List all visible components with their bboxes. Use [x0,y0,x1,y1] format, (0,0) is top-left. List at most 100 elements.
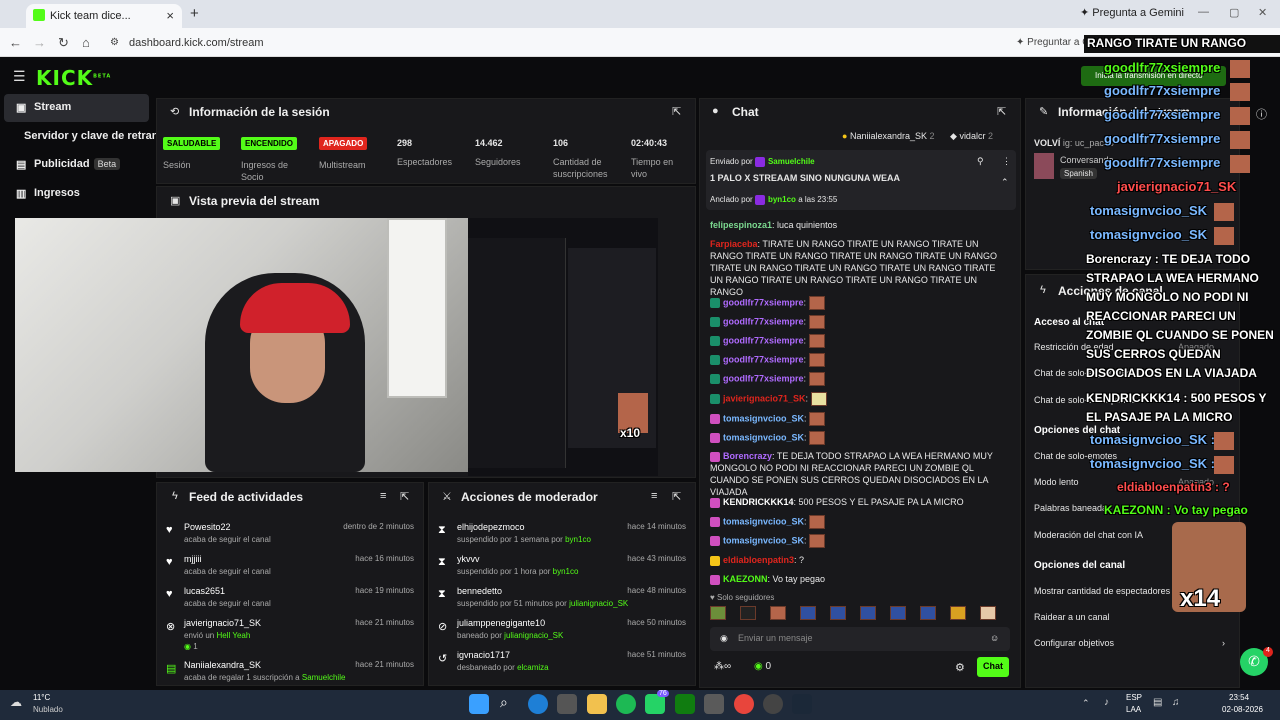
chat-user[interactable]: tomasignvcioo_SK [723,413,804,423]
emote-icon[interactable] [800,606,816,620]
mod-item[interactable]: ↺ igvnacio1717 desbaneado por elcamiza hace… [432,646,692,678]
menu-icon[interactable]: ☰ [13,68,26,85]
chat-message[interactable]: goodlfr77xsiempre: [710,353,1010,367]
site-info-icon[interactable]: ⚙ [110,37,119,48]
forward-icon[interactable]: → [33,35,46,50]
action-item[interactable]: Modo lento [1034,477,1079,487]
close-window-icon[interactable]: ✕ [1258,6,1267,19]
action-item[interactable]: Configurar objetivos [1034,638,1114,648]
emote-icon[interactable] [740,606,756,620]
sidebar-item-income[interactable]: ▥ Ingresos [4,180,149,208]
emote-icon[interactable] [980,606,996,620]
mod-item[interactable]: ⊘ juliamppenegigante10 baneado por juliani… [432,614,692,646]
chat-message[interactable]: goodlfr77xsiempre: [710,334,1010,348]
feed-item[interactable]: ⊗ javierignacio71_SK envió un Hell Yeah ◉ 1… [157,614,422,654]
popout-icon[interactable]: ⇱ [400,490,409,503]
feed-item[interactable]: ♥ lucas2651 acaba de seguir el canal hace 1… [157,582,422,614]
chat-user[interactable]: goodlfr77xsiempre [723,316,804,326]
action-item[interactable]: Moderación del chat con IA [1034,530,1143,540]
volume-icon[interactable]: ♫ [1172,697,1180,708]
emote-icon[interactable] [770,606,786,620]
emote-icon[interactable] [860,606,876,620]
chevron-right-icon[interactable]: › [1222,638,1225,648]
popout-icon[interactable]: ⇱ [672,105,681,118]
kick-logo[interactable]: KICKBETA [36,66,110,90]
reload-icon[interactable]: ↻ [58,35,69,51]
clock-date[interactable]: 02-08-2026 [1222,705,1263,714]
maximize-icon[interactable]: ▢ [1229,6,1239,19]
edge-icon[interactable] [528,694,548,714]
start-icon[interactable] [469,694,489,714]
chat-message[interactable]: goodlfr77xsiempre: [710,296,1010,310]
emote-icon[interactable] [710,606,726,620]
chat-message[interactable]: Borencrazy: TE DEJA TODO STRAPAO LA WEA … [710,450,1010,498]
sidebar-item-stream[interactable]: ▣ Stream [4,94,149,122]
chat-message[interactable]: felipespinoza1: luca quinientos [710,219,1010,231]
chrome-icon[interactable] [734,694,754,714]
more-icon[interactable]: ⋮ [1002,156,1011,167]
chat-user[interactable]: goodlfr77xsiempre [723,297,804,307]
send-chat-button[interactable]: Chat [977,657,1009,677]
home-icon[interactable]: ⌂ [82,35,90,50]
pin-icon[interactable]: ⚲ [977,156,984,167]
emote-icon[interactable] [890,606,906,620]
filter-icon[interactable]: ≡ [380,490,386,502]
tray-chevron-icon[interactable]: ⌃ [1082,698,1090,709]
smiley-icon[interactable]: ☺ [990,633,999,643]
chat-user[interactable]: tomasignvcioo_SK [723,535,804,545]
chat-user[interactable]: eldiabloenpatin3 [723,555,794,565]
url-field[interactable]: dashboard.kick.com/stream [129,37,264,49]
close-tab-icon[interactable]: × [166,8,174,23]
chevron-up-icon[interactable]: ⌃ [1001,177,1009,188]
chat-message[interactable]: goodlfr77xsiempre: [710,315,1010,329]
gemini-button[interactable]: ✦ Pregunta a Gemini [1080,6,1184,19]
search-icon[interactable]: ⌕ [500,694,508,711]
action-item[interactable]: Mostrar cantidad de espectadores [1034,586,1170,596]
chat-user[interactable]: javierignacio71_SK [723,393,806,403]
popout-icon[interactable]: ⇱ [997,105,1006,118]
feed-item[interactable]: ▤ Naniialexandra_SK acaba de regalar 1 sus… [157,656,422,684]
feed-item[interactable]: ♥ mjjiii acaba de seguir el canal hace 16 m… [157,550,422,582]
new-tab-button[interactable]: + [190,5,199,22]
chat-message[interactable]: KAEZONN: Vo tay pegao [710,573,1010,585]
infinity-icon[interactable]: ⁂∞ [714,661,731,672]
info-icon[interactable]: ⓘ [1256,106,1267,122]
minimize-icon[interactable]: — [1198,6,1209,18]
chat-message[interactable]: tomasignvcioo_SK: [710,515,1010,529]
chat-user[interactable]: goodlfr77xsiempre [723,373,804,383]
chat-user[interactable]: KAEZONN [723,574,768,584]
emote-icon[interactable] [920,606,936,620]
chat-message[interactable]: goodlfr77xsiempre: [710,372,1010,386]
mod-item[interactable]: ⧗ elhijodepezmoco suspendido por 1 semana … [432,518,692,550]
ask-gemini-bar[interactable]: ✦ Preguntar a G [1016,37,1090,48]
sidebar-item-ads[interactable]: ▤ Publicidad Beta [4,151,149,179]
chat-message[interactable]: eldiabloenpatin3: ? [710,554,1010,566]
chat-user[interactable]: goodlfr77xsiempre [723,335,804,345]
app-icon[interactable] [704,694,724,714]
steam-icon[interactable] [792,694,812,714]
chat-message[interactable]: javierignacio71_SK: [710,392,1010,406]
chat-user[interactable]: tomasignvcioo_SK [723,516,804,526]
obs-icon[interactable] [763,694,783,714]
mic-icon[interactable]: ♪ [1104,697,1109,708]
chat-user[interactable]: felipespinoza1 [710,220,772,230]
chat-user[interactable]: KENDRICKKK14 [723,497,794,507]
chat-message[interactable]: tomasignvcioo_SK: [710,412,1010,426]
lang-top[interactable]: ESP [1126,693,1142,702]
chat-user[interactable]: tomasignvcioo_SK [723,432,804,442]
chat-user[interactable]: Farpiaceba [710,239,758,249]
chat-message[interactable]: tomasignvcioo_SK: [710,431,1010,445]
popout-icon[interactable]: ⇱ [672,490,681,503]
chat-user[interactable]: Borencrazy [723,451,772,461]
mod-item[interactable]: ⧗ bennedetto suspendido por 51 minutos por… [432,582,692,614]
chat-message[interactable]: tomasignvcioo_SK: [710,534,1010,548]
emote-picker-icon[interactable]: ◉ [720,633,728,644]
lang-bottom[interactable]: LAA [1126,705,1141,714]
action-item[interactable]: Palabras baneadas [1034,503,1112,513]
sidebar-item-server[interactable]: Servidor y clave de retransmisión [4,123,156,151]
emote-icon[interactable] [950,606,966,620]
mod-item[interactable]: ⧗ ykvvv suspendido por 1 hora por byn1co ha… [432,550,692,582]
action-item[interactable]: Raidear a un canal [1034,612,1110,622]
back-icon[interactable]: ← [9,35,22,50]
xbox-icon[interactable] [675,694,695,714]
